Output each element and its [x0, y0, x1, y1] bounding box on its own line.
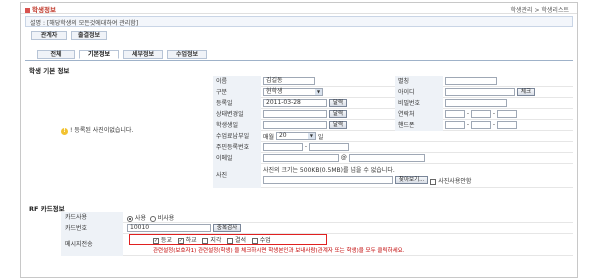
contact-input-3[interactable]	[496, 110, 517, 118]
id-check-button[interactable]: 체크	[516, 88, 536, 96]
row-birth: 학생생일 달력 핸드폰 - -	[213, 120, 573, 131]
status-date-input[interactable]	[263, 110, 327, 118]
card-use-label: 카드사용	[61, 212, 123, 223]
row-ssn: 주민등록번호 -	[213, 142, 573, 153]
title-square-icon	[25, 7, 30, 13]
type-select[interactable]: 현학생 ▼	[263, 88, 323, 96]
row-photo: 사진 사진의 크기는 500KB(0.5MB)를 넘을 수 없습니다. 찾아보기…	[213, 164, 573, 188]
basic-info-grid: 이름 김길동 별칭 구분 현학생 ▼ 아이디 체크 등록일 2011-03-28 …	[213, 76, 573, 188]
photo-note: !! 등록된 사진이없습니다.	[61, 125, 133, 135]
card-not-use-radio[interactable]	[149, 215, 156, 222]
email-id-input[interactable]	[263, 154, 339, 162]
row-name: 이름 김길동 별칭	[213, 76, 573, 87]
ssn-label: 주민등록번호	[213, 142, 261, 153]
message-hint: 관련설정(보호자1) 관련설정(학생) 을 체크하시면 학생본인과 보내사람(관…	[153, 248, 405, 254]
basic-section-title: 학생 기본 정보	[29, 67, 70, 75]
card-use-radio[interactable]	[127, 215, 133, 222]
nickname-input[interactable]	[445, 77, 497, 85]
message-label: 메시지전송	[61, 234, 123, 256]
tab-divider	[25, 60, 573, 61]
birth-input[interactable]	[263, 121, 327, 129]
regdate-label: 등록일	[213, 98, 261, 109]
birth-calendar-button[interactable]: 달력	[328, 121, 348, 129]
row-regdate: 등록일 2011-03-28 달력 비밀번호	[213, 98, 573, 109]
fee-day-label: 수업료납부일	[213, 131, 261, 142]
tab-basic[interactable]: 기본정보	[79, 50, 119, 59]
mobile-label: 핸드폰	[395, 120, 443, 131]
title-bar: 학생정보 학생관리 > 학생리스트	[21, 3, 577, 14]
contact-input-2[interactable]	[470, 110, 491, 118]
photo-label: 사진	[213, 164, 261, 188]
duplicate-check-button[interactable]: 중복검사	[212, 224, 242, 232]
photo-file-input[interactable]	[263, 176, 393, 184]
regdate-calendar-button[interactable]: 달력	[328, 99, 348, 107]
row-type: 구분 현학생 ▼ 아이디 체크	[213, 87, 573, 98]
rf-section-title: RF 카드정보	[29, 205, 65, 213]
row-card-use: 카드사용 사용 비사용	[61, 212, 573, 223]
ssn-input-2[interactable]	[308, 143, 349, 151]
row-card-no: 카드번호 10010 중복검사	[61, 223, 573, 234]
type-label: 구분	[213, 87, 261, 98]
mobile-input-3[interactable]	[496, 121, 517, 129]
birth-label: 학생생일	[213, 120, 261, 131]
regdate-input[interactable]: 2011-03-28	[263, 99, 327, 107]
browse-button[interactable]: 찾아보기...	[394, 176, 429, 184]
card-no-input[interactable]: 10010	[127, 224, 211, 232]
app-title: 학생정보	[25, 4, 56, 14]
row-fee-day: 수업료납부일 매월 20 ▼ 일	[213, 131, 573, 142]
password-label: 비밀번호	[395, 98, 443, 109]
chevron-down-icon: ▼	[307, 133, 315, 139]
no-photo-checkbox[interactable]	[430, 178, 437, 185]
message-options-highlight	[129, 234, 327, 245]
status-date-calendar-button[interactable]: 달력	[328, 110, 348, 118]
password-input[interactable]	[445, 99, 507, 107]
mobile-input-2[interactable]	[470, 121, 491, 129]
status-date-label: 상태변경일	[213, 109, 261, 120]
ssn-input-1[interactable]	[263, 143, 303, 151]
manage-button[interactable]: 관계자	[31, 31, 67, 40]
contact-input-1[interactable]	[445, 110, 465, 118]
id-label: 아이디	[395, 87, 443, 98]
attendance-button[interactable]: 출결정보	[71, 31, 107, 40]
row-status-date: 상태변경일 달력 연락처 - -	[213, 109, 573, 120]
info-icon: !	[61, 128, 68, 135]
name-input[interactable]: 김길동	[263, 77, 315, 85]
id-input[interactable]	[445, 88, 515, 96]
description-box: 설명 : [해당학생의 모든것에대하여 관리함]	[25, 16, 573, 27]
tab-class[interactable]: 수업정보	[167, 50, 207, 59]
name-label: 이름	[213, 76, 261, 87]
contact-label: 연락처	[395, 109, 443, 120]
tab-all[interactable]: 전체	[37, 50, 75, 59]
mobile-input-1[interactable]	[445, 121, 465, 129]
email-domain-input[interactable]	[348, 154, 425, 162]
row-email: 이메일 @	[213, 153, 573, 164]
breadcrumb: 학생관리 > 학생리스트	[510, 7, 569, 14]
chevron-down-icon: ▼	[315, 89, 322, 95]
photo-size-note: 사진의 크기는 500KB(0.5MB)를 넘을 수 없습니다.	[263, 167, 395, 174]
email-label: 이메일	[213, 153, 261, 164]
tab-detail[interactable]: 세부정보	[123, 50, 163, 59]
nickname-label: 별칭	[395, 76, 443, 87]
card-no-label: 카드번호	[61, 223, 123, 234]
fee-day-select[interactable]: 20 ▼	[275, 132, 316, 140]
